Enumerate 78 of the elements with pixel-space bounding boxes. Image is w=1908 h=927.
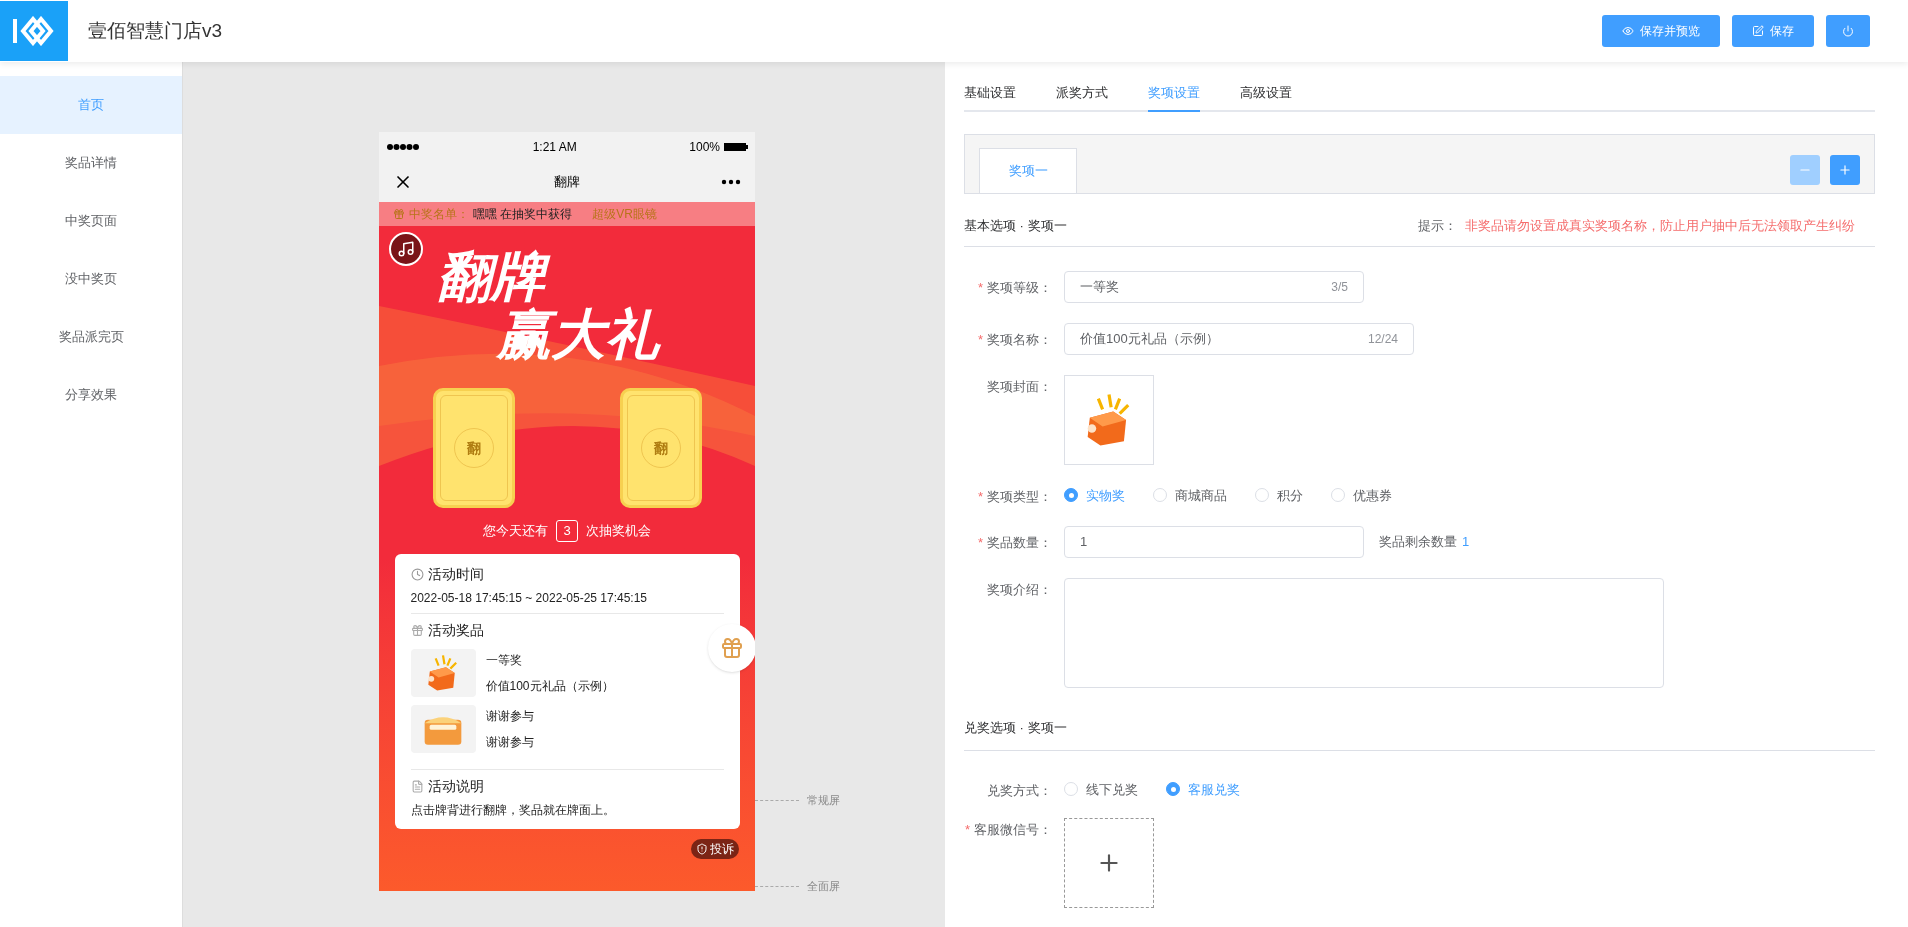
section-title: 活动时间 (427, 565, 484, 584)
sidebar-item[interactable]: 分享效果 (0, 366, 182, 424)
battery-icon (724, 142, 748, 152)
settings-tab[interactable]: 基础设置 (964, 82, 1016, 112)
clock-icon (410, 568, 424, 581)
prize-level: 一等奖 (485, 652, 523, 669)
chances-text: 次抽奖机会 (585, 522, 651, 541)
required-mark: * (977, 278, 983, 297)
hero-subtitle: 赢大礼 (497, 304, 662, 364)
field-label: 奖项等级： (987, 278, 1052, 297)
ticker-label: 中奖名单： (409, 206, 469, 223)
document-icon (410, 780, 424, 793)
field-label: 客服微信号： (974, 821, 1052, 839)
rules-text: 点击牌背进行翻牌，奖品就在牌面上。 (410, 802, 616, 819)
prize-name: 谢谢参与 (485, 734, 534, 751)
hint-text: 非奖品请勿设置成真实奖项名称，防止用户抽中后无法领取产生纠纷 (1465, 217, 1855, 235)
gift-icon (393, 208, 405, 220)
radio-option[interactable]: 线下兑奖 (1064, 779, 1138, 799)
screen-mark-label: 全面屏 (807, 878, 840, 894)
power-icon (1842, 25, 1854, 37)
sidebar-item[interactable]: 中奖页面 (0, 192, 182, 250)
hint-label: 提示： (1418, 217, 1457, 235)
field-label: 奖项类型： (987, 487, 1052, 506)
complaint-button[interactable]: 投诉 (691, 839, 739, 859)
section-heading: 兑奖选项 · 奖项一 (964, 720, 1067, 735)
eye-icon (1622, 25, 1634, 37)
battery-percent: 100% (689, 139, 720, 156)
field-label: 奖项介绍： (987, 581, 1052, 599)
text-field[interactable]: 价值100元礼品（示例） 12/24 (1064, 322, 1414, 355)
sidebar-item[interactable]: 奖品派完页 (0, 308, 182, 366)
section-title: 活动说明 (427, 777, 484, 796)
text-field[interactable]: 一等奖 3/5 (1064, 270, 1364, 303)
app-title: 壹佰智慧门店v3 (88, 18, 223, 43)
page-title: 翻牌 (554, 173, 580, 192)
section-title: 活动奖品 (427, 621, 484, 640)
upload-box[interactable] (1064, 818, 1154, 908)
hero-title: 翻牌 (437, 248, 755, 304)
plus-icon (1838, 163, 1852, 177)
required-mark: * (964, 821, 970, 839)
radio-option[interactable]: 优惠券 (1331, 485, 1392, 505)
add-button[interactable] (1830, 155, 1860, 185)
ticker-prize: 超级VR眼镜 (592, 206, 657, 223)
edit-icon (1752, 25, 1764, 37)
logo[interactable] (0, 1, 68, 61)
cover-image[interactable] (1064, 374, 1154, 465)
music-icon[interactable] (389, 232, 423, 266)
power-button[interactable] (1826, 15, 1870, 47)
gift-float-button[interactable] (707, 624, 755, 672)
screen-mark-label: 常规屏 (807, 792, 840, 808)
chances-text: 您今天还有 (483, 522, 549, 541)
signal-icon (386, 143, 420, 151)
settings-tab[interactable]: 高级设置 (1240, 82, 1292, 112)
field-label: 奖项封面： (987, 377, 1052, 396)
sidebar-item[interactable]: 没中奖页 (0, 250, 182, 308)
more-icon[interactable] (721, 179, 741, 185)
prize-name: 价值100元礼品（示例） (485, 678, 614, 695)
required-mark: * (977, 330, 983, 349)
radio-option[interactable]: 商城商品 (1153, 485, 1227, 505)
sidebar-item[interactable]: 奖品详情 (0, 134, 182, 192)
ticker-winner: 嘿嘿 在抽奖中获得 (473, 206, 573, 223)
status-time: 1:21 AM (532, 139, 577, 156)
quantity-field[interactable]: 1 (1064, 526, 1364, 558)
required-mark: * (977, 487, 983, 506)
activity-time: 2022-05-18 17:45:15 ~ 2022-05-25 17:45:15 (410, 590, 649, 607)
field-label: 兑奖方式： (987, 781, 1052, 800)
settings-tab[interactable]: 派奖方式 (1056, 82, 1108, 112)
field-label: 奖项名称： (987, 330, 1052, 349)
remaining-count: 1 (1462, 533, 1470, 552)
gift-icon (410, 624, 424, 637)
required-mark: * (977, 534, 983, 553)
remaining-label: 奖品剩余数量 (1379, 533, 1457, 552)
shield-icon (696, 843, 708, 855)
gift-icon (719, 636, 744, 660)
section-heading: 基本选项 · 奖项一 (964, 217, 1067, 235)
field-label: 奖品数量： (987, 534, 1052, 553)
radio-option[interactable]: 积分 (1255, 485, 1303, 505)
chances-count: 3 (556, 520, 578, 542)
prize-level: 谢谢参与 (485, 708, 534, 725)
